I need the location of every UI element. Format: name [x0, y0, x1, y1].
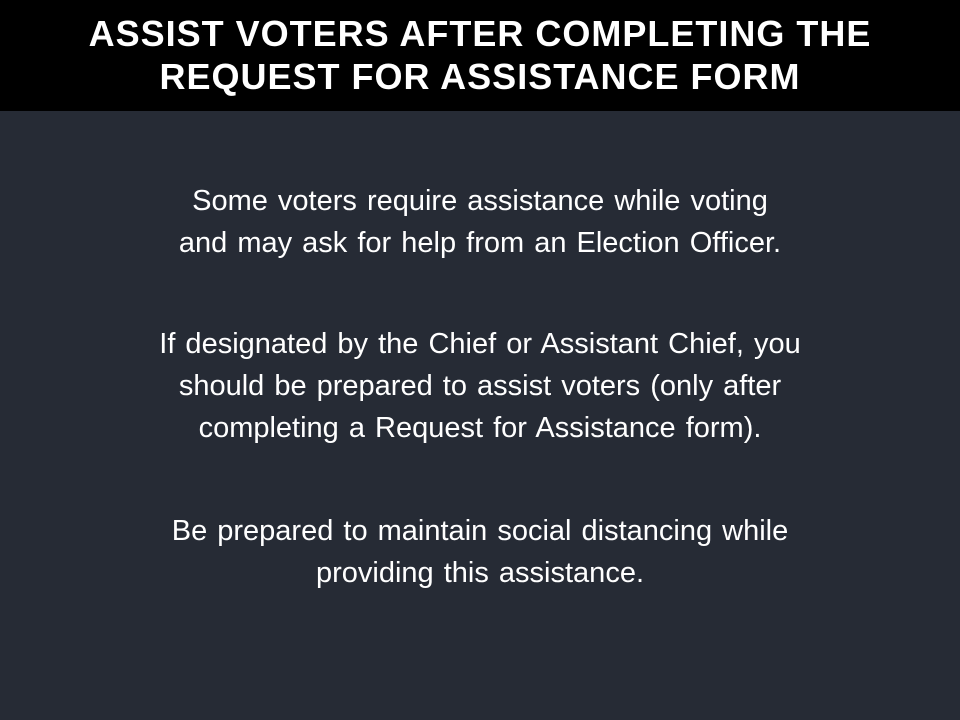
slide-title-line-1: ASSIST VOTERS AFTER COMPLETING THE — [88, 13, 872, 54]
paragraph-designated-assist: If designated by the Chief or Assistant … — [0, 323, 960, 449]
slide-title: ASSIST VOTERS AFTER COMPLETING THE REQUE… — [0, 12, 960, 98]
paragraph-line: should be prepared to assist voters (onl… — [178, 370, 782, 402]
paragraph-voters-require-assistance: Some voters require assistance while vot… — [0, 180, 960, 264]
paragraph-line: Be prepared to maintain social distancin… — [171, 515, 789, 547]
paragraph-line: completing a Request for Assistance form… — [198, 412, 762, 444]
slide: ASSIST VOTERS AFTER COMPLETING THE REQUE… — [0, 0, 960, 720]
paragraph-line: and may ask for help from an Election Of… — [178, 227, 782, 259]
paragraph-social-distancing: Be prepared to maintain social distancin… — [0, 510, 960, 594]
slide-title-line-2: REQUEST FOR ASSISTANCE FORM — [159, 56, 801, 97]
paragraph-line: Some voters require assistance while vot… — [192, 185, 768, 217]
paragraph-line: If designated by the Chief or Assistant … — [159, 328, 801, 360]
title-bar: ASSIST VOTERS AFTER COMPLETING THE REQUE… — [0, 0, 960, 111]
paragraph-line: providing this assistance. — [316, 557, 644, 589]
